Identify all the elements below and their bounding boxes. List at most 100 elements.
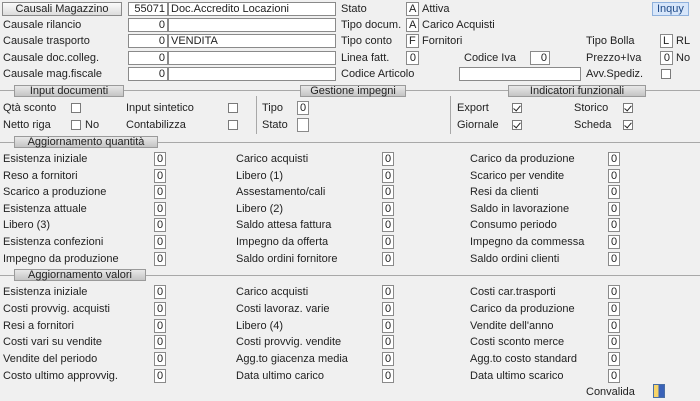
- prezzo-iva-label: Prezzo+Iva: [586, 52, 642, 64]
- input-sintetico-checkbox[interactable]: [228, 103, 238, 113]
- val-col2-field-0[interactable]: 0: [382, 285, 394, 299]
- netto-riga-label: Netto riga: [3, 119, 51, 131]
- val-col1-field-2[interactable]: 0: [154, 318, 166, 333]
- causale-description-field[interactable]: Doc.Accredito Locazioni: [168, 2, 336, 16]
- prezzo-iva-code[interactable]: 0: [660, 51, 673, 65]
- convalida-icon[interactable]: [653, 384, 665, 398]
- val-col2-field-4[interactable]: 0: [382, 352, 394, 367]
- qty-col3-field-4[interactable]: 0: [608, 218, 620, 233]
- linea-fatt-field[interactable]: 0: [406, 51, 419, 65]
- tipo-bolla-code[interactable]: L: [660, 34, 673, 48]
- qty-col1-label-1: Reso a fornitori: [3, 169, 78, 182]
- qty-col3-field-5[interactable]: 0: [608, 235, 620, 249]
- val-col3-field-3[interactable]: 0: [608, 335, 620, 350]
- qty-col2-label-0: Carico acquisti: [236, 153, 309, 165]
- avv-spediz-checkbox[interactable]: [661, 69, 671, 79]
- stato-code[interactable]: A: [406, 2, 419, 16]
- val-col3-field-1[interactable]: 0: [608, 301, 620, 316]
- storico-label: Storico: [574, 102, 609, 114]
- qty-col1-field-1[interactable]: 0: [154, 168, 166, 183]
- causali-magazzino-button[interactable]: Causali Magazzino: [2, 2, 122, 16]
- qty-col2-field-1[interactable]: 0: [382, 168, 394, 183]
- qty-col3-field-2[interactable]: 0: [608, 185, 620, 200]
- storico-checkbox[interactable]: [623, 103, 633, 113]
- val-col1-label-5: Costo ultimo approvvig.: [3, 370, 118, 382]
- qty-col2-field-3[interactable]: 0: [382, 201, 394, 216]
- tipo-bolla-label: Tipo Bolla: [586, 35, 635, 47]
- val-col2-field-1[interactable]: 0: [382, 301, 394, 316]
- qta-sconto-label: Qtà sconto: [3, 102, 57, 114]
- qty-col1-field-2[interactable]: 0: [154, 185, 166, 200]
- val-col3-field-2[interactable]: 0: [608, 318, 620, 333]
- val-col3-field-0[interactable]: 0: [608, 285, 620, 299]
- qty-col3-field-6[interactable]: 0: [608, 251, 620, 266]
- scheda-label: Scheda: [574, 119, 612, 131]
- qty-col1-label-4: Libero (3): [3, 219, 51, 232]
- val-col2-label-1: Costi lavoraz. varie: [236, 302, 330, 315]
- causale-doc-colleg-desc[interactable]: [168, 51, 336, 65]
- avv-spediz-label: Avv.Spediz.: [586, 68, 644, 80]
- val-col2-field-2[interactable]: 0: [382, 318, 394, 333]
- qty-col2-field-4[interactable]: 0: [382, 218, 394, 233]
- export-checkbox[interactable]: [512, 103, 522, 113]
- scheda-checkbox[interactable]: [623, 120, 633, 130]
- impegni-tipo-label: Tipo: [262, 102, 283, 114]
- contabilizza-label: Contabilizza: [126, 119, 186, 131]
- qty-col2-field-2[interactable]: 0: [382, 185, 394, 200]
- qty-col1-field-4[interactable]: 0: [154, 218, 166, 233]
- val-col3-field-4[interactable]: 0: [608, 352, 620, 367]
- stato-desc: Attiva: [422, 3, 450, 15]
- impegni-tipo-field[interactable]: 0: [297, 101, 309, 115]
- codice-iva-field[interactable]: 0: [530, 51, 550, 65]
- netto-riga-checkbox[interactable]: [71, 120, 81, 130]
- val-col1-field-1[interactable]: 0: [154, 301, 166, 316]
- val-col3-field-5[interactable]: 0: [608, 369, 620, 383]
- causale-doc-colleg-code[interactable]: 0: [128, 51, 168, 65]
- qty-col3-field-0[interactable]: 0: [608, 152, 620, 166]
- qty-col2-field-5[interactable]: 0: [382, 235, 394, 249]
- qty-col1-label-0: Esistenza iniziale: [3, 153, 88, 165]
- val-col3-label-0: Costi car.trasporti: [470, 286, 556, 298]
- inquy-mode-badge[interactable]: Inquy: [652, 2, 689, 16]
- causale-mag-fiscale-code[interactable]: 0: [128, 67, 168, 81]
- qty-col1-field-5[interactable]: 0: [154, 235, 166, 249]
- linea-fatt-label: Linea fatt.: [341, 52, 390, 64]
- codice-articolo-field[interactable]: [459, 67, 581, 81]
- causale-rilancio-code[interactable]: 0: [128, 18, 168, 32]
- impegni-stato-field[interactable]: [297, 118, 309, 132]
- tipo-docum-code[interactable]: A: [406, 18, 419, 32]
- qta-sconto-checkbox[interactable]: [71, 103, 81, 113]
- val-col1-field-0[interactable]: 0: [154, 285, 166, 299]
- codice-articolo-label: Codice Articolo: [341, 68, 415, 80]
- tipo-conto-code[interactable]: F: [406, 34, 419, 48]
- val-col2-label-3: Costi provvig. vendite: [236, 336, 342, 349]
- causale-trasporto-code[interactable]: 0: [128, 34, 168, 48]
- qty-col3-label-3: Saldo in lavorazione: [470, 202, 570, 215]
- causale-mag-fiscale-desc[interactable]: [168, 67, 336, 81]
- tipo-docum-label: Tipo docum.: [341, 19, 402, 31]
- causale-trasporto-desc[interactable]: VENDITA: [168, 34, 336, 48]
- qty-col3-field-3[interactable]: 0: [608, 201, 620, 216]
- qty-col1-field-6[interactable]: 0: [154, 251, 166, 266]
- qty-col2-field-0[interactable]: 0: [382, 152, 394, 166]
- giornale-checkbox[interactable]: [512, 120, 522, 130]
- qty-col3-label-2: Resi da clienti: [470, 186, 539, 199]
- qty-col1-field-3[interactable]: 0: [154, 201, 166, 216]
- val-col1-field-5[interactable]: 0: [154, 369, 166, 383]
- qty-col3-field-1[interactable]: 0: [608, 168, 620, 183]
- input-documenti-header: Input documenti: [14, 85, 124, 97]
- impegni-stato-label: Stato: [262, 119, 288, 131]
- qty-col2-field-6[interactable]: 0: [382, 251, 394, 266]
- val-col2-field-5[interactable]: 0: [382, 369, 394, 383]
- qty-col2-label-6: Saldo ordini fornitore: [236, 252, 338, 265]
- divider: [450, 96, 451, 134]
- causale-code-field[interactable]: 55071: [128, 2, 168, 16]
- qty-col1-field-0[interactable]: 0: [154, 152, 166, 166]
- val-col1-field-3[interactable]: 0: [154, 335, 166, 350]
- contabilizza-checkbox[interactable]: [228, 120, 238, 130]
- causale-rilancio-desc[interactable]: [168, 18, 336, 32]
- val-col2-field-3[interactable]: 0: [382, 335, 394, 350]
- causale-trasporto-label: Causale trasporto: [3, 35, 90, 47]
- val-col1-field-4[interactable]: 0: [154, 352, 166, 367]
- gestione-impegni-header: Gestione impegni: [300, 85, 406, 97]
